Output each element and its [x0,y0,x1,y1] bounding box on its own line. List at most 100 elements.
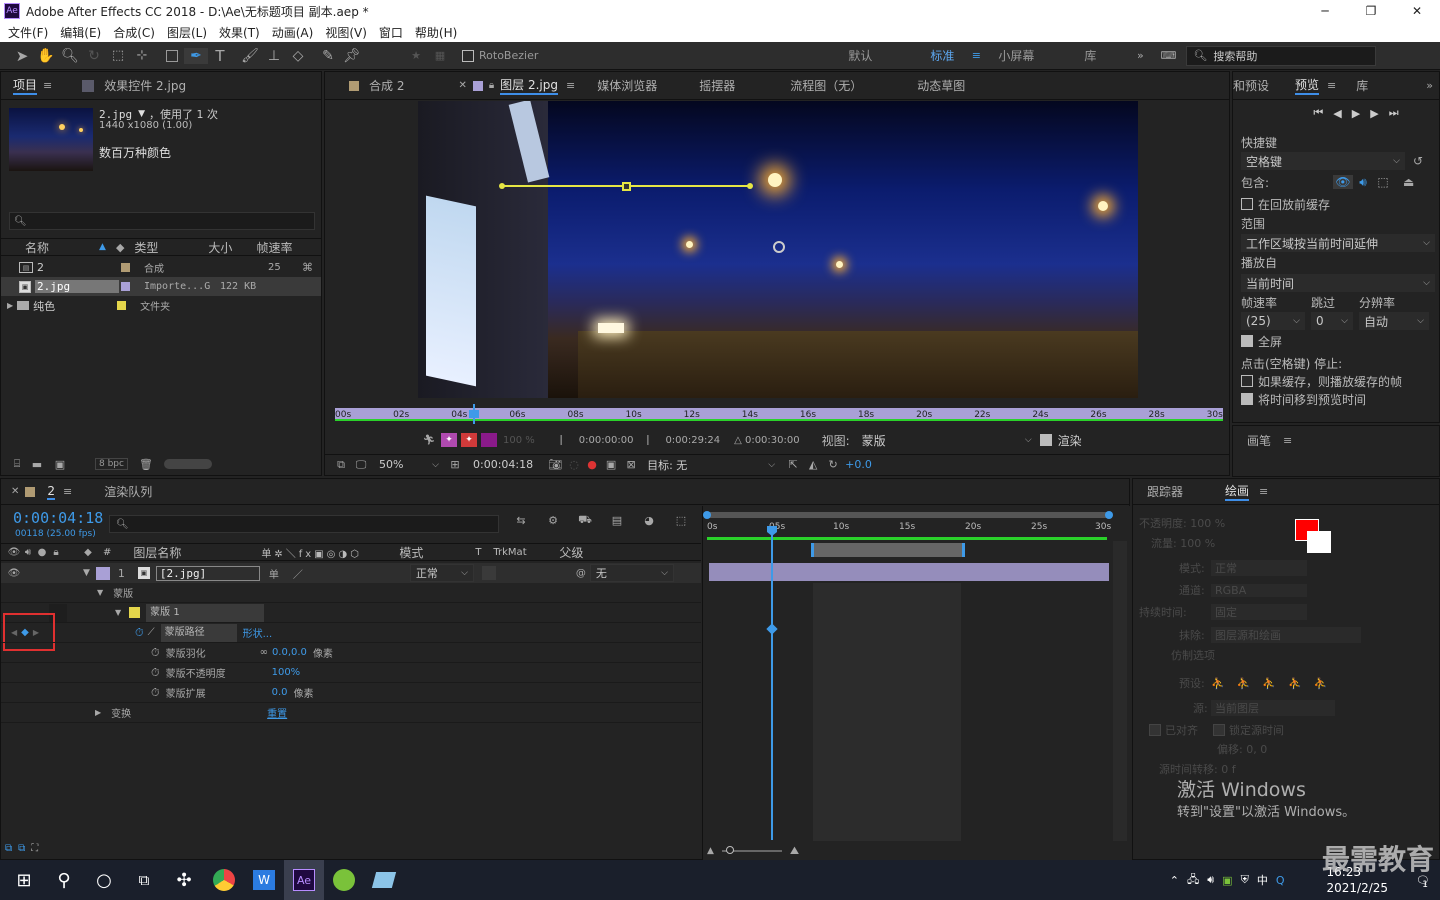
parent-dropdown[interactable]: 无 ⌵ [589,564,674,582]
puppet-icon[interactable]: 🏃︎ [419,435,439,446]
toggle-modes-icon[interactable]: ⧉ [18,843,25,854]
layer-time-ruler[interactable]: 00s 02s 04s 06s 08s 10s 12s 14s 16s 18s 20s 22s 24s 2… [331,400,1225,424]
mask-expansion-row[interactable]: ⏱︎ 蒙版扩展 0.0 像素 [1,683,701,703]
snapshot-icon[interactable]: 📷︎ [545,458,565,471]
workspace-standard[interactable]: 标准 [930,47,954,64]
col-layer-name[interactable]: 图层名称 [133,544,261,561]
visibility-eye-icon[interactable]: 👁︎ [7,568,21,579]
ime-indicator[interactable]: 中 [1257,872,1268,888]
label-color[interactable] [95,566,110,580]
expand-arrow-icon[interactable]: ▶ [95,708,101,717]
color-channels-icon[interactable]: ● [583,458,601,471]
draft-3d-icon[interactable]: ⚙︎ [543,514,563,527]
panel-menu-icon[interactable]: ≡ [1259,485,1268,498]
minimize-button[interactable]: ─ [1302,4,1348,18]
tab-wiggler[interactable]: 摇摆器 [699,77,735,94]
mask-expansion-value[interactable]: 0.0 [272,687,288,698]
sort-up-icon[interactable]: ▲ [99,242,106,252]
col-parent[interactable]: 父级 [559,544,583,561]
red-toggle-icon[interactable]: ✦ [461,433,477,447]
lock-time-checkbox[interactable] [1213,724,1225,736]
region-of-interest-icon[interactable]: ▣ [601,458,621,471]
layer-name[interactable]: [2.jpg] [155,565,260,581]
pen-tool-icon[interactable]: ✒ [184,47,208,64]
zoom-out-icon[interactable]: ▲ [707,846,714,856]
target-dropdown[interactable]: 目标: 无 ⌵ [647,457,775,473]
menu-view[interactable]: 视图(V) [325,24,367,41]
expand-arrow-icon[interactable]: ▼ [115,608,121,617]
cortana-icon[interactable]: ○ [84,860,124,900]
purple-swatch[interactable] [481,433,497,447]
col-type[interactable]: 类型 [134,239,158,256]
keyframe-diamond-icon[interactable]: ◆ [21,627,29,638]
qq-icon[interactable]: Q [1276,874,1285,887]
more-workspaces-icon[interactable]: » [1128,49,1152,62]
layer-preview-image[interactable] [418,101,1138,398]
fast-preview-icon[interactable]: ◭ [803,458,823,471]
play-from-dropdown[interactable]: 当前时间 ⌵ [1241,274,1435,292]
after-effects-icon[interactable]: Ae [284,860,324,900]
render-checkbox[interactable] [1039,434,1052,446]
pan-behind-tool-icon[interactable]: ⊹ [130,48,154,63]
mask-feather-value[interactable]: 0.0,0.0 [272,647,307,658]
roto-brush-tool-icon[interactable]: ✎ [316,48,340,64]
first-frame-icon[interactable]: ⏮ [1313,106,1323,120]
panel-menu-icon[interactable]: ≡ [1327,79,1336,92]
next-keyframe-icon[interactable]: ▶ [33,628,39,637]
zoom-in-icon[interactable]: ⛰︎ [790,844,799,858]
play-cached-checkbox[interactable] [1241,375,1253,387]
clone-preset-icons[interactable]: ⛹⛹⛹⛹⛹ [1211,677,1339,690]
stopwatch-icon[interactable]: ⏱︎ [151,646,160,660]
tab-comp-timeline[interactable]: 2 [47,484,56,500]
more-panels-icon[interactable]: » [1426,79,1433,92]
cache-before-checkbox[interactable] [1241,198,1253,210]
menu-composition[interactable]: 合成(C) [113,24,155,41]
menu-effect[interactable]: 效果(T) [219,24,260,41]
list-item[interactable]: ▣ 2.jpg Importe...G 122 KB [1,277,321,296]
audio-icon[interactable]: 🔊︎ [1353,175,1373,190]
show-snapshot-icon[interactable]: ◌ [565,458,583,471]
new-folder-icon[interactable]: ▬ [27,458,47,471]
keyboard-icon[interactable]: ⌨ [1156,49,1180,62]
menu-help[interactable]: 帮助(H) [415,24,457,41]
flowchart-icon[interactable]: ⌘ [302,261,313,274]
range-dropdown[interactable]: 工作区域按当前时间延伸 ⌵ [1241,234,1435,252]
text-tool-icon[interactable]: T [208,47,232,65]
aligned-checkbox[interactable] [1149,724,1161,736]
mode-dropdown[interactable]: 正常 ⌵ [409,564,474,582]
play-icon[interactable]: ▶︎ [1352,107,1360,120]
timeline-scrollbar[interactable] [1113,541,1127,841]
reset-view-icon[interactable]: ⇱ [783,458,803,471]
snap-icon[interactable]: ▦ [428,49,452,62]
hand-tool-icon[interactable]: ✋ [34,48,58,64]
reset-icon[interactable]: ↺ [1413,154,1423,168]
network-icon[interactable]: 🖧︎ [1187,871,1199,890]
graph-icon[interactable]: ⟋ [148,627,155,638]
tab-tracker[interactable]: 跟踪器 [1147,483,1183,500]
toggle-duration-icon[interactable]: ⛶ [31,843,38,854]
mask-row[interactable]: ▼ 蒙版 1 [1,603,701,623]
tab-motion-sketch[interactable]: 动态草图 [917,77,965,94]
search-icon[interactable]: ⚲ [44,860,84,900]
workspace-small-screen[interactable]: 小屏幕 [998,47,1034,64]
graph-editor-icon[interactable]: ⬚ [671,514,691,527]
maximize-button[interactable]: ❐ [1348,4,1394,18]
tab-project[interactable]: 项目 [13,76,38,95]
tab-layer[interactable]: 图层 2.jpg [500,76,559,95]
pickwhip-icon[interactable]: @ [576,568,586,579]
fullscreen-checkbox[interactable] [1241,335,1253,347]
trkmat-box[interactable] [481,566,496,580]
solo-icon[interactable]: ● [35,547,49,558]
safe-margins-icon[interactable]: ⊞ [445,458,465,471]
interpret-footage-icon[interactable]: ⌸ [7,457,27,471]
exposure-value[interactable]: +0.0 [845,458,872,471]
mask-opacity-value[interactable]: 100% [272,667,301,678]
menu-window[interactable]: 窗口 [379,24,403,41]
timecode-end[interactable]: 0:00:29:24 [665,435,720,446]
workspace-default[interactable]: 默认 [848,47,872,64]
always-preview-icon[interactable]: ⧉ [331,458,351,472]
tab-paint[interactable]: 绘画 [1225,482,1250,501]
trash-icon[interactable]: 🗑︎ [136,458,156,471]
mask-feather-row[interactable]: ⏱︎ 蒙版羽化 ∞ 0.0,0.0 像素 [1,643,701,663]
tab-library[interactable]: 库 [1356,77,1368,94]
